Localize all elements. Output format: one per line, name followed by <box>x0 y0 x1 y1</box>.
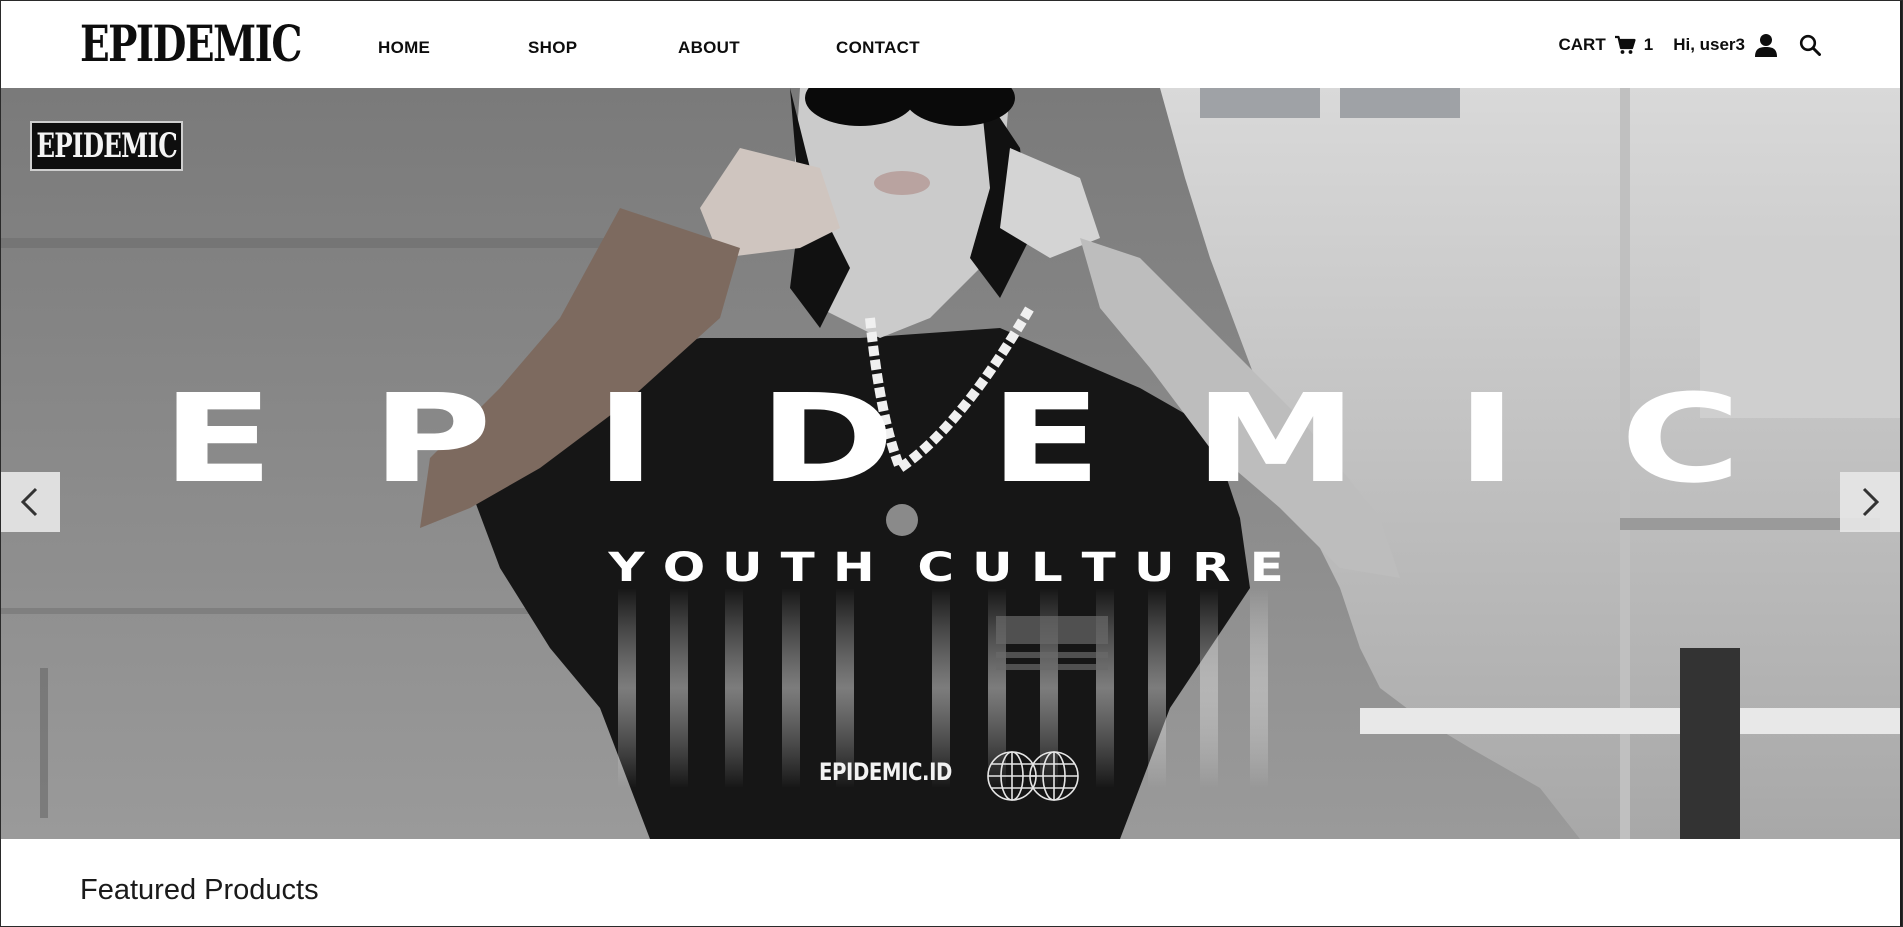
hero-title-letter: P <box>370 368 492 510</box>
cart-label: CART <box>1558 35 1606 54</box>
hero-title: E P I D E M I C <box>161 368 1741 510</box>
hero-title-letter: M <box>1193 368 1358 510</box>
hero-subtitle-letter: R <box>1192 545 1231 591</box>
cart-link[interactable]: CART 1 <box>1559 35 1654 55</box>
user-icon[interactable] <box>1755 33 1777 57</box>
hero-title-letter: E <box>161 368 274 510</box>
globe-icon <box>987 751 1079 801</box>
hero-site-text: EPIDEMIC.ID <box>819 758 952 786</box>
main-nav: HOME SHOP ABOUT CONTACT <box>378 38 956 58</box>
navbar: EPIDEMIC HOME SHOP ABOUT CONTACT CART 1 … <box>0 0 1903 88</box>
nav-about[interactable]: ABOUT <box>678 38 836 58</box>
hero-subtitle-letter: T <box>1081 545 1117 591</box>
hero-logo-badge-text: EPIDEMIC <box>36 126 177 166</box>
hero-subtitle-letter: U <box>721 545 763 591</box>
carousel-prev-button[interactable] <box>0 472 60 532</box>
user-greeting[interactable]: Hi, user3 <box>1673 35 1745 55</box>
hero-subtitle-letter: E <box>1249 545 1284 591</box>
hero-subtitle-letter: C <box>917 545 955 591</box>
search-icon[interactable] <box>1799 34 1821 56</box>
hero-subtitle: Y O U T H C U L T U R E <box>608 545 1284 591</box>
hero-title-letter: I <box>595 368 657 510</box>
brand-logo-text: EPIDEMIC <box>80 14 302 73</box>
nav-contact[interactable]: CONTACT <box>836 38 956 58</box>
hero-title-letter: D <box>758 368 895 510</box>
account-area: CART 1 Hi, user3 <box>1559 28 1821 62</box>
hero-subtitle-letter: O <box>662 545 705 591</box>
nav-home[interactable]: HOME <box>378 38 528 58</box>
hero-subtitle-letter: H <box>832 545 875 591</box>
hero-title-letter: I <box>1455 368 1518 510</box>
hero-subtitle-letter: U <box>1134 545 1175 591</box>
hero-title-letter: E <box>989 368 1103 510</box>
hero-subtitle-letter: T <box>780 545 815 591</box>
cart-icon <box>1614 35 1636 54</box>
hero-subtitle-letter: U <box>972 545 1013 591</box>
chevron-left-icon <box>20 487 38 517</box>
hero-logo-badge: EPIDEMIC <box>30 121 183 171</box>
brand-logo[interactable]: EPIDEMIC <box>80 16 363 72</box>
hero-subtitle-letter: L <box>1031 545 1064 591</box>
hero-subtitle-letter: Y <box>608 545 645 591</box>
hero-title-letter: C <box>1620 368 1742 510</box>
carousel-next-button[interactable] <box>1840 472 1900 532</box>
cart-count: 1 <box>1643 35 1654 54</box>
hero-carousel: EPIDEMIC E P I D E M I C Y O U T H C U L… <box>0 88 1900 839</box>
chevron-right-icon <box>1862 487 1880 517</box>
featured-products-heading: Featured Products <box>80 874 319 906</box>
nav-shop[interactable]: SHOP <box>528 38 678 58</box>
